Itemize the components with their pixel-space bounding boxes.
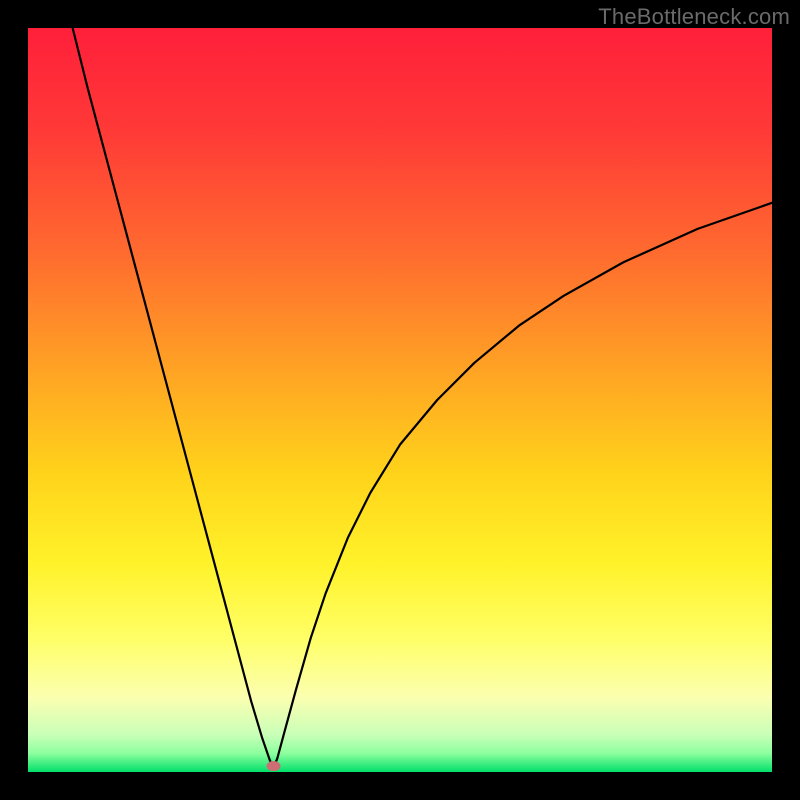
watermark-text: TheBottleneck.com: [598, 4, 790, 30]
chart-svg: [28, 28, 772, 772]
chart-frame: TheBottleneck.com: [0, 0, 800, 800]
minimum-marker: [267, 761, 281, 771]
plot-area: [28, 28, 772, 772]
gradient-background: [28, 28, 772, 772]
